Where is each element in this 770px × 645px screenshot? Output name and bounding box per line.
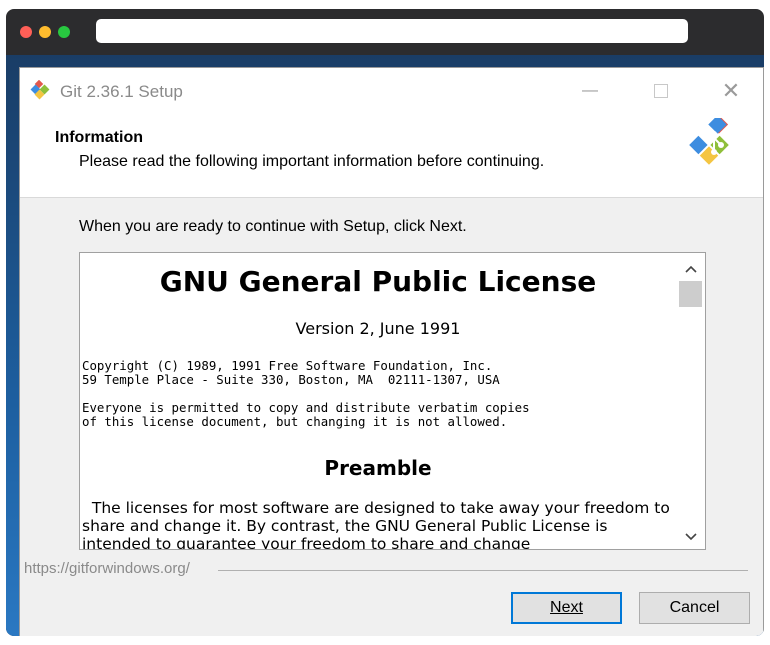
footer-divider [218, 570, 748, 571]
browser-frame: Git 2.36.1 Setup — ✕ Information Please … [6, 9, 764, 636]
instruction-text: When you are ready to continue with Setu… [79, 218, 467, 235]
page-header: Information Please read the following im… [20, 114, 763, 198]
minimize-icon[interactable]: — [575, 76, 605, 106]
chevron-up-icon[interactable] [677, 258, 705, 280]
git-logo-icon [30, 80, 50, 100]
cancel-button[interactable]: Cancel [639, 592, 750, 624]
license-heading: GNU General Public License [159, 265, 597, 298]
git-logo-icon [689, 118, 729, 165]
close-dot[interactable] [20, 26, 32, 38]
minimize-dot[interactable] [39, 26, 51, 38]
next-button-label: Next [550, 599, 583, 616]
address-line: 59 Temple Place - Suite 330, Boston, MA … [82, 372, 500, 387]
license-viewer[interactable]: GNU General Public License Version 2, Ju… [79, 252, 706, 550]
address-bar[interactable] [96, 19, 688, 43]
page-title: Information [55, 129, 143, 146]
notice-line: of this license document, but changing i… [82, 414, 508, 429]
preamble-heading: Preamble [324, 456, 432, 480]
scrollbar-thumb[interactable] [679, 281, 702, 307]
chevron-down-icon[interactable] [677, 526, 705, 548]
page-subtitle: Please read the following important info… [79, 153, 545, 170]
close-icon[interactable]: ✕ [716, 76, 746, 106]
preamble-text: The licenses for most software are desig… [82, 499, 675, 550]
license-scrollbar[interactable] [677, 253, 705, 549]
footer-url[interactable]: https://gitforwindows.org/ [24, 560, 194, 577]
browser-toolbar [6, 9, 764, 55]
license-version: Version 2, June 1991 [295, 319, 461, 338]
copyright-line: Copyright (C) 1989, 1991 Free Software F… [82, 358, 493, 373]
maximize-icon[interactable] [646, 76, 676, 106]
next-button[interactable]: Next [511, 592, 622, 624]
setup-window: Git 2.36.1 Setup — ✕ Information Please … [19, 67, 764, 636]
zoom-dot[interactable] [58, 26, 70, 38]
title-bar: Git 2.36.1 Setup — ✕ [20, 68, 763, 114]
notice-line: Everyone is permitted to copy and distri… [82, 400, 530, 415]
window-title: Git 2.36.1 Setup [60, 82, 183, 101]
